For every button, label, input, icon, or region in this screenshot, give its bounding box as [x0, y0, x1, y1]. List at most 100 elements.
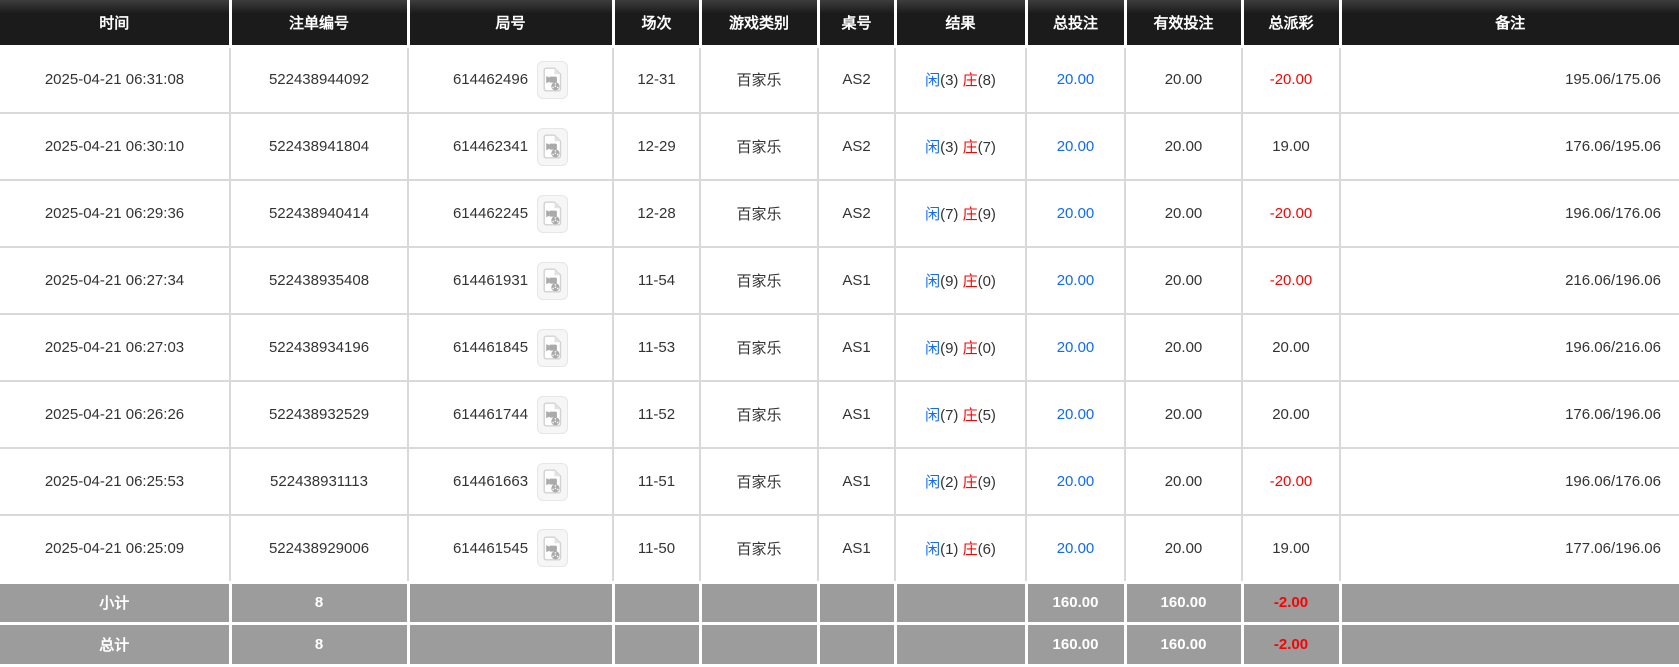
result-player-score: (2) — [940, 474, 963, 491]
total-empty-cell — [818, 623, 895, 664]
total-bet-link[interactable]: 20.00 — [1057, 205, 1095, 222]
round-number: 614462245 — [453, 205, 528, 222]
cell-session: 12-28 — [613, 180, 700, 247]
video-file-icon — [543, 469, 562, 494]
cell-game-type: 百家乐 — [700, 314, 818, 381]
subtotal-payout: -2.00 — [1242, 582, 1340, 623]
result-player-label: 闲 — [925, 206, 940, 223]
cell-game-type: 百家乐 — [700, 381, 818, 448]
cell-payout: 19.00 — [1242, 113, 1340, 180]
subtotal-label: 小计 — [0, 582, 230, 623]
cell-table-no: AS1 — [818, 448, 895, 515]
cell-session: 11-50 — [613, 515, 700, 582]
cell-time: 2025-04-21 06:26:26 — [0, 381, 230, 448]
cell-valid-bet: 20.00 — [1125, 314, 1242, 381]
cell-time: 2025-04-21 06:25:53 — [0, 448, 230, 515]
result-banker-label: 庄 — [963, 474, 978, 491]
cell-valid-bet: 20.00 — [1125, 113, 1242, 180]
video-replay-button[interactable] — [537, 128, 568, 166]
cell-total-bet: 20.00 — [1026, 247, 1125, 314]
table-row: 2025-04-21 06:29:36 522438940414 6144622… — [0, 180, 1679, 247]
table-row: 2025-04-21 06:27:03 522438934196 6144618… — [0, 314, 1679, 381]
cell-remark: 176.06/196.06 — [1340, 381, 1679, 448]
cell-bet-id: 522438944092 — [230, 46, 408, 113]
result-banker-label: 庄 — [963, 541, 978, 558]
cell-valid-bet: 20.00 — [1125, 180, 1242, 247]
total-bet-link[interactable]: 20.00 — [1057, 540, 1095, 557]
result-banker-score: (5) — [978, 407, 996, 424]
cell-total-bet: 20.00 — [1026, 448, 1125, 515]
cell-total-bet: 20.00 — [1026, 46, 1125, 113]
video-replay-button[interactable] — [537, 396, 568, 434]
col-header-result: 结果 — [895, 0, 1026, 46]
cell-result: 闲(9) 庄(0) — [895, 314, 1026, 381]
video-replay-button[interactable] — [537, 463, 568, 501]
table-row: 2025-04-21 06:26:26 522438932529 6144617… — [0, 381, 1679, 448]
col-header-valid-bet: 有效投注 — [1125, 0, 1242, 46]
total-valid-bet: 160.00 — [1125, 623, 1242, 664]
result-banker-score: (9) — [978, 206, 996, 223]
cell-result: 闲(3) 庄(7) — [895, 113, 1026, 180]
cell-game-type: 百家乐 — [700, 247, 818, 314]
cell-game-type: 百家乐 — [700, 180, 818, 247]
cell-time: 2025-04-21 06:27:34 — [0, 247, 230, 314]
cell-valid-bet: 20.00 — [1125, 46, 1242, 113]
total-bet-link[interactable]: 20.00 — [1057, 138, 1095, 155]
result-player-score: (3) — [940, 72, 963, 89]
cell-bet-id: 522438940414 — [230, 180, 408, 247]
cell-table-no: AS1 — [818, 314, 895, 381]
table-row: 2025-04-21 06:30:10 522438941804 6144623… — [0, 113, 1679, 180]
cell-session: 12-29 — [613, 113, 700, 180]
video-replay-button[interactable] — [537, 529, 568, 567]
video-replay-button[interactable] — [537, 329, 568, 367]
subtotal-empty-cell — [613, 582, 700, 623]
result-banker-label: 庄 — [963, 340, 978, 357]
video-file-icon — [543, 134, 562, 159]
total-bet-link[interactable]: 20.00 — [1057, 71, 1095, 88]
cell-result: 闲(7) 庄(5) — [895, 381, 1026, 448]
result-player-label: 闲 — [925, 340, 940, 357]
video-replay-button[interactable] — [537, 195, 568, 233]
cell-table-no: AS2 — [818, 180, 895, 247]
total-bet-link[interactable]: 20.00 — [1057, 473, 1095, 490]
result-banker-label: 庄 — [963, 72, 978, 89]
result-player-label: 闲 — [925, 474, 940, 491]
cell-payout: 19.00 — [1242, 515, 1340, 582]
video-replay-button[interactable] — [537, 61, 568, 99]
cell-round-id: 614461845 — [408, 314, 613, 381]
result-banker-label: 庄 — [963, 273, 978, 290]
result-player-score: (9) — [940, 340, 963, 357]
result-player-label: 闲 — [925, 72, 940, 89]
cell-total-bet: 20.00 — [1026, 515, 1125, 582]
cell-game-type: 百家乐 — [700, 448, 818, 515]
cell-time: 2025-04-21 06:29:36 — [0, 180, 230, 247]
cell-session: 11-51 — [613, 448, 700, 515]
total-empty-cell — [895, 623, 1026, 664]
total-payout: -2.00 — [1242, 623, 1340, 664]
cell-round-id: 614461931 — [408, 247, 613, 314]
total-bet-link[interactable]: 20.00 — [1057, 272, 1095, 289]
subtotal-total-bet: 160.00 — [1026, 582, 1125, 623]
cell-round-id: 614462496 — [408, 46, 613, 113]
result-banker-label: 庄 — [963, 139, 978, 156]
video-replay-button[interactable] — [537, 262, 568, 300]
table-header: 时间 注单编号 局号 场次 游戏类别 桌号 结果 总投注 有效投注 总派彩 备注 — [0, 0, 1679, 46]
total-count: 8 — [230, 623, 408, 664]
cell-session: 11-52 — [613, 381, 700, 448]
total-bet-link[interactable]: 20.00 — [1057, 406, 1095, 423]
result-player-score: (7) — [940, 206, 963, 223]
cell-result: 闲(3) 庄(8) — [895, 46, 1026, 113]
cell-bet-id: 522438941804 — [230, 113, 408, 180]
result-banker-label: 庄 — [963, 206, 978, 223]
cell-bet-id: 522438934196 — [230, 314, 408, 381]
cell-game-type: 百家乐 — [700, 46, 818, 113]
cell-remark: 176.06/195.06 — [1340, 113, 1679, 180]
table-footer: 小计 8 160.00 160.00 -2.00 总计 8 160.00 160… — [0, 582, 1679, 664]
cell-time: 2025-04-21 06:25:09 — [0, 515, 230, 582]
cell-round-id: 614462341 — [408, 113, 613, 180]
total-empty-cell — [613, 623, 700, 664]
total-bet-link[interactable]: 20.00 — [1057, 339, 1095, 356]
result-player-label: 闲 — [925, 139, 940, 156]
cell-total-bet: 20.00 — [1026, 113, 1125, 180]
subtotal-empty-cell — [895, 582, 1026, 623]
